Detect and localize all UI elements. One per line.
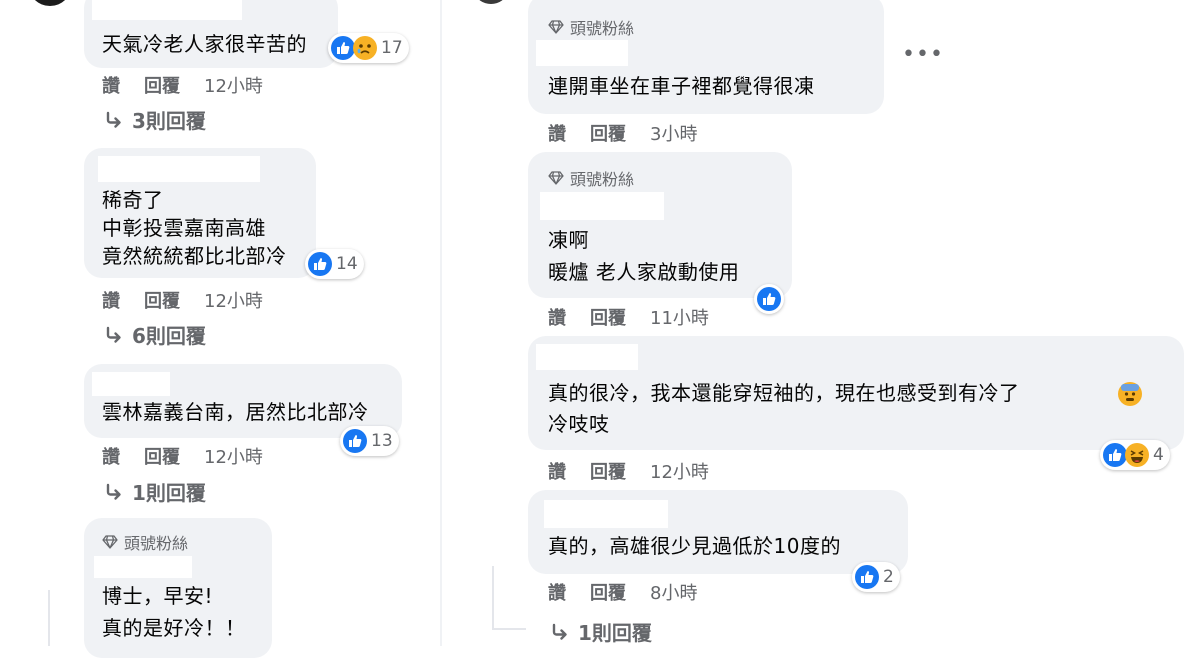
reactions-badge[interactable] — [754, 284, 784, 314]
reaction-count: 2 — [883, 567, 894, 587]
timestamp[interactable]: 11小時 — [650, 304, 709, 330]
commenter-name-redacted — [536, 40, 628, 66]
reactions-badge[interactable]: 14 — [305, 249, 364, 279]
timestamp[interactable]: 3小時 — [650, 120, 697, 146]
timestamp[interactable]: 8小時 — [650, 579, 697, 605]
view-replies-link[interactable]: 6則回覆 — [104, 320, 206, 349]
avatar[interactable] — [28, 0, 72, 6]
top-fan-badge: 頭號粉絲 — [548, 166, 634, 190]
reply-button[interactable]: 回覆 — [590, 304, 626, 330]
view-replies-link[interactable]: 1則回覆 — [550, 617, 652, 646]
like-reaction-icon — [308, 252, 332, 276]
like-button[interactable]: 讚 — [548, 579, 566, 605]
like-reaction-icon — [1103, 443, 1127, 467]
like-button[interactable]: 讚 — [102, 443, 120, 469]
commenter-name-redacted — [92, 0, 242, 20]
comment-actions: 讚 回覆 12小時 — [548, 458, 709, 484]
reply-arrow-icon — [104, 482, 124, 502]
comment-actions: 讚 回覆 11小時 — [548, 304, 709, 330]
replies-count-label: 1則回覆 — [132, 481, 206, 505]
haha-reaction-icon — [1125, 443, 1149, 467]
like-button[interactable]: 讚 — [102, 287, 120, 313]
top-fan-label: 頭號粉絲 — [570, 170, 635, 189]
reply-button[interactable]: 回覆 — [590, 458, 626, 484]
view-replies-link[interactable]: 3則回覆 — [104, 105, 206, 134]
thread-line — [492, 628, 526, 630]
reply-arrow-icon — [104, 110, 124, 130]
reactions-badge[interactable]: 17 — [328, 33, 409, 63]
comment-text: 真的很冷，我本還能穿短袖的，現在也感受到有冷了 — [548, 381, 1020, 405]
timestamp[interactable]: 12小時 — [204, 443, 263, 469]
comment-text: 雲林嘉義台南，居然比北部冷 — [102, 400, 369, 424]
commenter-name-redacted — [536, 344, 638, 370]
comment-text-line2: 冷吱吱 — [548, 412, 610, 436]
commenter-name-redacted — [92, 372, 170, 396]
top-fan-badge: 頭號粉絲 — [548, 15, 634, 39]
more-options-button[interactable]: ••• — [902, 42, 944, 67]
reply-button[interactable]: 回覆 — [144, 443, 180, 469]
like-button[interactable]: 讚 — [548, 120, 566, 146]
view-replies-link[interactable]: 1則回覆 — [104, 477, 206, 506]
reactions-badge[interactable]: 2 — [852, 562, 900, 592]
thread-line — [48, 590, 50, 646]
diamond-icon — [548, 19, 564, 35]
reply-button[interactable]: 回覆 — [590, 579, 626, 605]
reaction-count: 13 — [371, 431, 393, 451]
comment-actions: 讚 回覆 12小時 — [102, 72, 263, 98]
diamond-icon — [548, 170, 564, 186]
reaction-count: 14 — [336, 254, 358, 274]
sad-reaction-icon — [353, 36, 377, 60]
thread-line — [492, 566, 494, 630]
comment-actions: 讚 回覆 3小時 — [548, 120, 697, 146]
like-button[interactable]: 讚 — [102, 72, 120, 98]
comment-actions: 讚 回覆 8小時 — [548, 579, 697, 605]
commenter-name-redacted — [98, 156, 260, 182]
reply-arrow-icon — [104, 325, 124, 345]
commenter-name-redacted — [540, 192, 664, 220]
reply-button[interactable]: 回覆 — [144, 72, 180, 98]
reply-button[interactable]: 回覆 — [590, 120, 626, 146]
column-divider — [440, 0, 442, 646]
replies-count-label: 3則回覆 — [132, 109, 206, 133]
commenter-name-redacted — [94, 556, 192, 578]
comment-text: 連開車坐在車子裡都覺得很凍 — [548, 74, 815, 98]
timestamp[interactable]: 12小時 — [204, 287, 263, 313]
commenter-name-redacted — [544, 500, 668, 528]
like-reaction-icon — [757, 287, 781, 311]
avatar[interactable] — [476, 0, 506, 4]
reply-button[interactable]: 回覆 — [144, 287, 180, 313]
reactions-badge[interactable]: 13 — [340, 426, 399, 456]
top-fan-label: 頭號粉絲 — [570, 19, 635, 38]
comment-actions: 讚 回覆 12小時 — [102, 287, 263, 313]
like-reaction-icon — [331, 36, 355, 60]
comment-text: 真的，高雄很少見過低於10度的 — [548, 534, 841, 558]
like-reaction-icon — [343, 429, 367, 453]
reactions-badge[interactable]: 4 — [1100, 440, 1170, 470]
comment-text: 稀奇了 中彰投雲嘉南高雄 竟然統統都比北部冷 — [102, 188, 287, 268]
reaction-count: 4 — [1153, 445, 1164, 465]
diamond-icon — [102, 534, 118, 550]
reply-arrow-icon — [550, 622, 570, 642]
replies-count-label: 1則回覆 — [578, 621, 652, 645]
like-button[interactable]: 讚 — [548, 458, 566, 484]
reaction-count: 17 — [381, 38, 403, 58]
like-button[interactable]: 讚 — [548, 304, 566, 330]
replies-count-label: 6則回覆 — [132, 324, 206, 348]
comment-text: 凍啊 暖爐 老人家啟動使用 — [548, 228, 740, 284]
comment-actions: 讚 回覆 12小時 — [102, 443, 263, 469]
top-fan-label: 頭號粉絲 — [124, 534, 189, 553]
comment-text: 天氣冷老人家很辛苦的 — [102, 32, 307, 56]
like-reaction-icon — [855, 565, 879, 589]
timestamp[interactable]: 12小時 — [650, 458, 709, 484]
timestamp[interactable]: 12小時 — [204, 72, 263, 98]
comment-text: 博士，早安! 真的是好冷！！ — [102, 584, 246, 640]
fearful-emoji-icon — [1118, 382, 1142, 406]
top-fan-badge: 頭號粉絲 — [102, 530, 188, 554]
